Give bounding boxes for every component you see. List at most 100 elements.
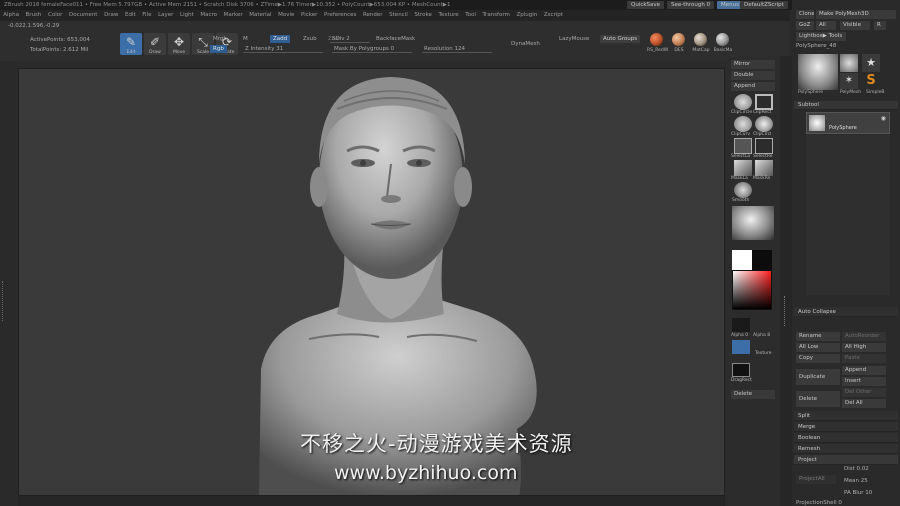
mask-lasso-icon[interactable]: [734, 160, 752, 176]
merge-section[interactable]: Merge: [794, 422, 898, 432]
split-section[interactable]: Split: [794, 411, 898, 421]
lazymouse-button[interactable]: LazyMouse: [556, 35, 592, 43]
subtool-header[interactable]: Subtool: [794, 101, 898, 110]
menu-preferences[interactable]: Preferences: [321, 10, 360, 21]
menu-file[interactable]: File: [139, 10, 155, 21]
clip-circle-center-icon[interactable]: [755, 116, 773, 132]
menu-stencil[interactable]: Stencil: [386, 10, 411, 21]
zadd-button[interactable]: Zadd: [270, 35, 291, 43]
rgb-button[interactable]: Rgb: [210, 45, 227, 53]
menu-edit[interactable]: Edit: [122, 10, 139, 21]
material-des[interactable]: [672, 33, 685, 46]
material-preview-swatch[interactable]: [732, 206, 774, 240]
clip-curve-icon[interactable]: [734, 116, 752, 132]
duplicate-button[interactable]: Duplicate: [796, 369, 840, 385]
mirror-button[interactable]: Mirror: [731, 60, 775, 69]
tool-thumbnail-bust[interactable]: [798, 54, 838, 90]
menu-marker[interactable]: Marker: [220, 10, 246, 21]
menu-texture[interactable]: Texture: [435, 10, 462, 21]
color-picker[interactable]: [732, 270, 772, 310]
menu-zscript[interactable]: Zscript: [541, 10, 567, 21]
tray-handle[interactable]: [784, 296, 787, 326]
paste-button[interactable]: Paste: [842, 354, 886, 363]
del-other-button[interactable]: Del Other: [842, 388, 886, 397]
alpha-icon[interactable]: [732, 318, 750, 332]
autoreorder-button[interactable]: AutoReorder: [842, 332, 886, 341]
project-all-button[interactable]: ProjectAll: [796, 475, 836, 484]
subtool-item[interactable]: PolySphere ◉: [806, 112, 890, 134]
lightbox-tools-button[interactable]: Lightbox▶ Tools: [796, 32, 846, 41]
remesh-section[interactable]: Remesh: [794, 444, 898, 454]
goz-button[interactable]: GoZ: [796, 21, 814, 30]
select-lasso-icon[interactable]: [734, 138, 752, 154]
rename-button[interactable]: Rename: [796, 332, 840, 341]
menu-color[interactable]: Color: [45, 10, 66, 21]
clip-circle-icon[interactable]: [734, 94, 752, 110]
move-mode-button[interactable]: ✥ Move: [168, 33, 190, 55]
material-matcap[interactable]: [694, 33, 707, 46]
mask-rect-icon[interactable]: [755, 160, 773, 176]
menu-layer[interactable]: Layer: [155, 10, 177, 21]
all-high-button[interactable]: All High: [842, 343, 886, 352]
dist-slider[interactable]: Dist 0.02: [844, 466, 869, 472]
resolution-slider[interactable]: Resolution 124: [422, 45, 492, 53]
m-button[interactable]: M: [240, 35, 251, 43]
dragrect-icon[interactable]: [732, 363, 750, 377]
double-button[interactable]: Double: [731, 71, 775, 80]
secondary-color-swatch[interactable]: [752, 250, 772, 270]
menu-render[interactable]: Render: [360, 10, 386, 21]
delete-button[interactable]: Delete: [731, 390, 775, 399]
star-thumbnail-icon[interactable]: ✶: [840, 73, 858, 89]
all-low-button[interactable]: All Low: [796, 343, 840, 352]
pa-blur-slider[interactable]: PA Blur 10: [844, 490, 872, 496]
del-all-button[interactable]: Del All: [842, 399, 886, 408]
dynamesh-button[interactable]: DynaMesh: [508, 40, 543, 48]
polymesh-star-icon[interactable]: ★: [862, 54, 880, 72]
default-zscript-button[interactable]: DefaultZScript: [740, 1, 788, 9]
menu-movie[interactable]: Movie: [275, 10, 298, 21]
menu-brush[interactable]: Brush: [22, 10, 44, 21]
append-button[interactable]: Append: [731, 82, 775, 91]
menu-light[interactable]: Light: [177, 10, 197, 21]
clone-button[interactable]: Clone: [796, 10, 814, 19]
all-button[interactable]: All: [816, 21, 836, 30]
stroke-icon[interactable]: [732, 340, 750, 354]
menu-transform[interactable]: Transform: [479, 10, 513, 21]
boolean-section[interactable]: Boolean: [794, 433, 898, 443]
visible-button[interactable]: Visible: [840, 21, 870, 30]
projection-shell-slider[interactable]: ProjectionShell 0: [796, 500, 842, 506]
mask-by-polygroups-slider[interactable]: Mask By Polygroups 0: [332, 45, 412, 53]
simple-brush-icon[interactable]: S: [862, 73, 880, 89]
quicksave-button[interactable]: QuickSave: [627, 1, 665, 9]
auto-groups-button[interactable]: Auto Groups: [600, 35, 641, 43]
menu-zplugin[interactable]: Zplugin: [513, 10, 540, 21]
edit-mode-button[interactable]: ✎ Edit: [120, 33, 142, 55]
mrgb-button[interactable]: Mrgb: [210, 35, 230, 43]
material-basicma[interactable]: [716, 33, 729, 46]
sdiv-slider[interactable]: SDiv 2: [330, 35, 370, 43]
polysphere-thumbnail[interactable]: [840, 54, 858, 72]
menu-material[interactable]: Material: [246, 10, 275, 21]
menu-draw[interactable]: Draw: [101, 10, 122, 21]
z-intensity-slider[interactable]: Z Intensity 31: [243, 45, 323, 53]
menu-stroke[interactable]: Stroke: [411, 10, 435, 21]
backface-mask-button[interactable]: BackfaceMask: [373, 35, 418, 43]
make-polymesh-button[interactable]: Make PolyMesh3D: [816, 10, 896, 19]
append-subtool-button[interactable]: Append: [842, 366, 886, 375]
menu-document[interactable]: Document: [66, 10, 101, 21]
auto-collapse-row[interactable]: Auto Collapse: [794, 307, 898, 317]
visibility-eye-icon[interactable]: ◉: [881, 115, 886, 122]
mean-slider[interactable]: Mean 25: [844, 478, 868, 484]
delete-subtool-button[interactable]: Delete: [796, 391, 840, 407]
menu-alpha[interactable]: Alpha: [0, 10, 22, 21]
insert-button[interactable]: Insert: [842, 377, 886, 386]
tray-handle[interactable]: [2, 281, 5, 321]
select-rect-icon[interactable]: [755, 138, 773, 154]
main-color-swatch[interactable]: [732, 250, 752, 270]
menu-tool[interactable]: Tool: [462, 10, 479, 21]
menu-picker[interactable]: Picker: [298, 10, 321, 21]
material-rs-redw[interactable]: [650, 33, 663, 46]
smooth-brush-icon[interactable]: [734, 182, 752, 198]
draw-mode-button[interactable]: ✐ Draw: [144, 33, 166, 55]
copy-button[interactable]: Copy: [796, 354, 840, 363]
